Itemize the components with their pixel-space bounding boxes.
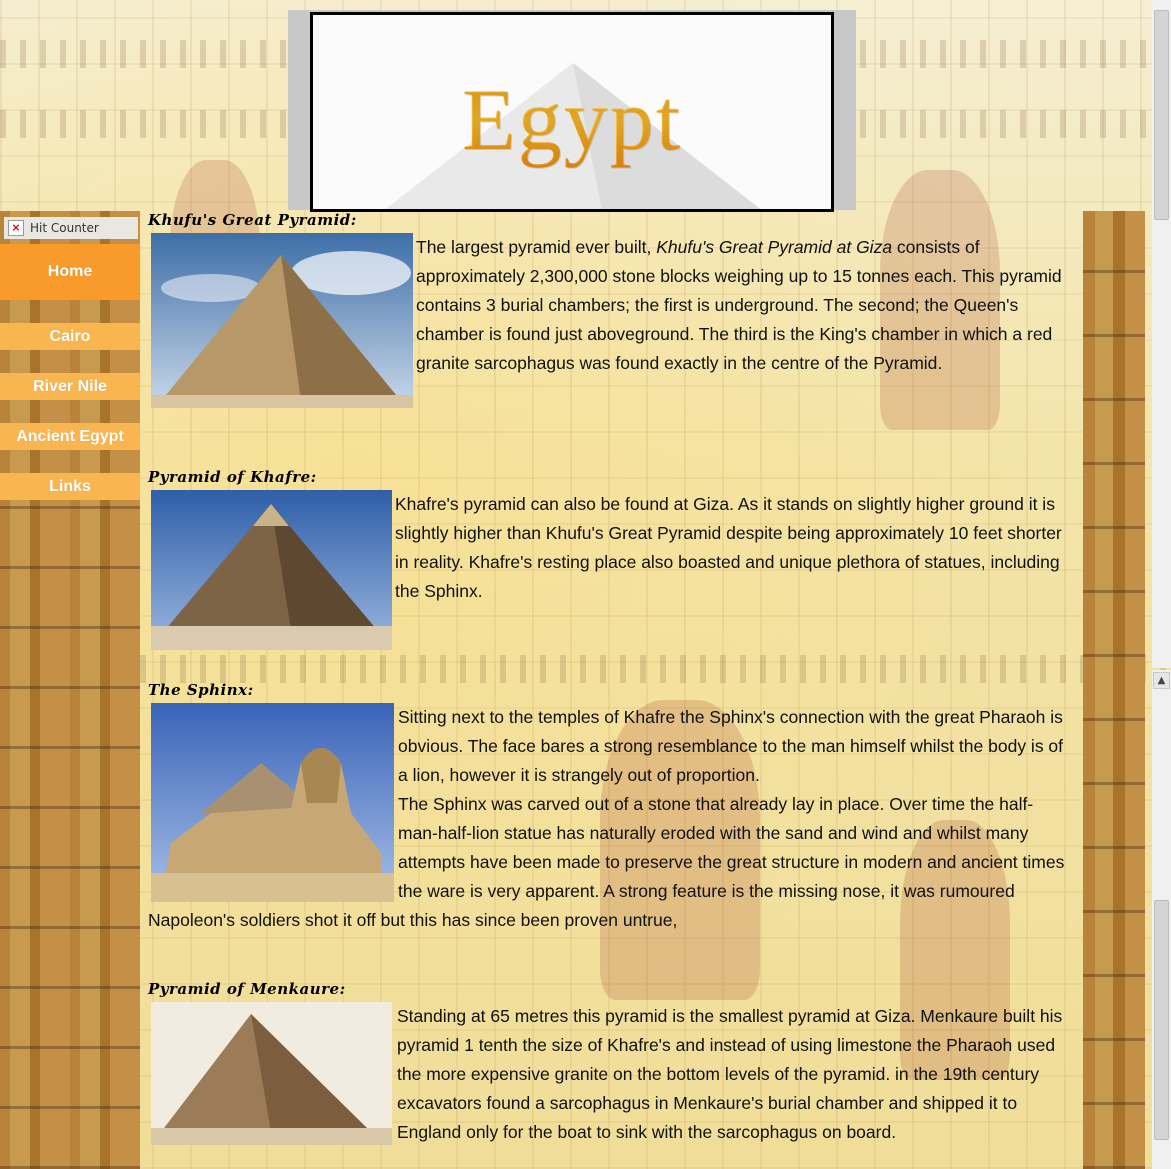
menkaure-pyramid-photo [151,1002,392,1145]
text-emphasis: Khufu's Great Pyramid at Giza [656,237,893,257]
sidebar: × Hit Counter Home Cairo River Nile Anci… [0,211,140,1169]
section-text: Sitting next to the temples of Khafre th… [398,707,1064,785]
hit-counter-label: Hit Counter [30,221,99,235]
section-khufu: Khufu's Great Pyramid: The largest pyram… [148,211,1078,408]
section-text-block: Sitting next to the temples of Khafre th… [148,703,1073,935]
nav-river-nile[interactable]: River Nile [0,373,140,400]
hieroglyph-band [0,655,1171,683]
section-menkaure: Pyramid of Menkaure: Standing at 65 metr… [148,980,1078,1145]
float-spacer [148,703,398,904]
scroll-up-arrow-icon[interactable]: ▲ [1153,672,1170,689]
khafre-pyramid-photo [151,490,392,650]
lower-scrollbar[interactable]: ▲ [1152,670,1171,1169]
broken-image-icon: × [8,220,24,236]
site-title: Egypt [313,70,831,171]
section-text: Khafre's pyramid can also be found at Gi… [395,494,1062,601]
nav-home[interactable]: Home [0,244,140,300]
hit-counter: × Hit Counter [4,217,138,239]
lower-scroll-thumb[interactable] [1154,900,1169,1140]
upper-scrollbar[interactable] [1152,0,1171,668]
khufu-pyramid-photo [151,233,413,408]
section-title: Pyramid of Menkaure: [148,980,346,998]
section-title: Pyramid of Khafre: [148,468,317,486]
nav-links[interactable]: Links [0,473,140,500]
section-khafre: Pyramid of Khafre: Khafre's pyramid can … [148,468,1078,650]
section-text: Standing at 65 metres this pyramid is th… [397,1006,1063,1142]
text-part: consists of approximately 2,300,000 ston… [416,237,1062,373]
hieroglyph-column [1083,211,1145,1169]
nav-cairo[interactable]: Cairo [0,323,140,350]
nav-ancient-egypt[interactable]: Ancient Egypt [0,423,140,450]
header-banner: Egypt [310,12,834,212]
section-title: Khufu's Great Pyramid: [148,211,357,229]
section-text: The largest pyramid ever built, Khufu's … [416,233,1076,378]
section-title: The Sphinx: [148,681,254,699]
text-part: The largest pyramid ever built, [416,237,657,257]
section-sphinx: The Sphinx: Sitting next to the temples … [148,681,1078,930]
upper-scroll-thumb[interactable] [1154,10,1169,220]
